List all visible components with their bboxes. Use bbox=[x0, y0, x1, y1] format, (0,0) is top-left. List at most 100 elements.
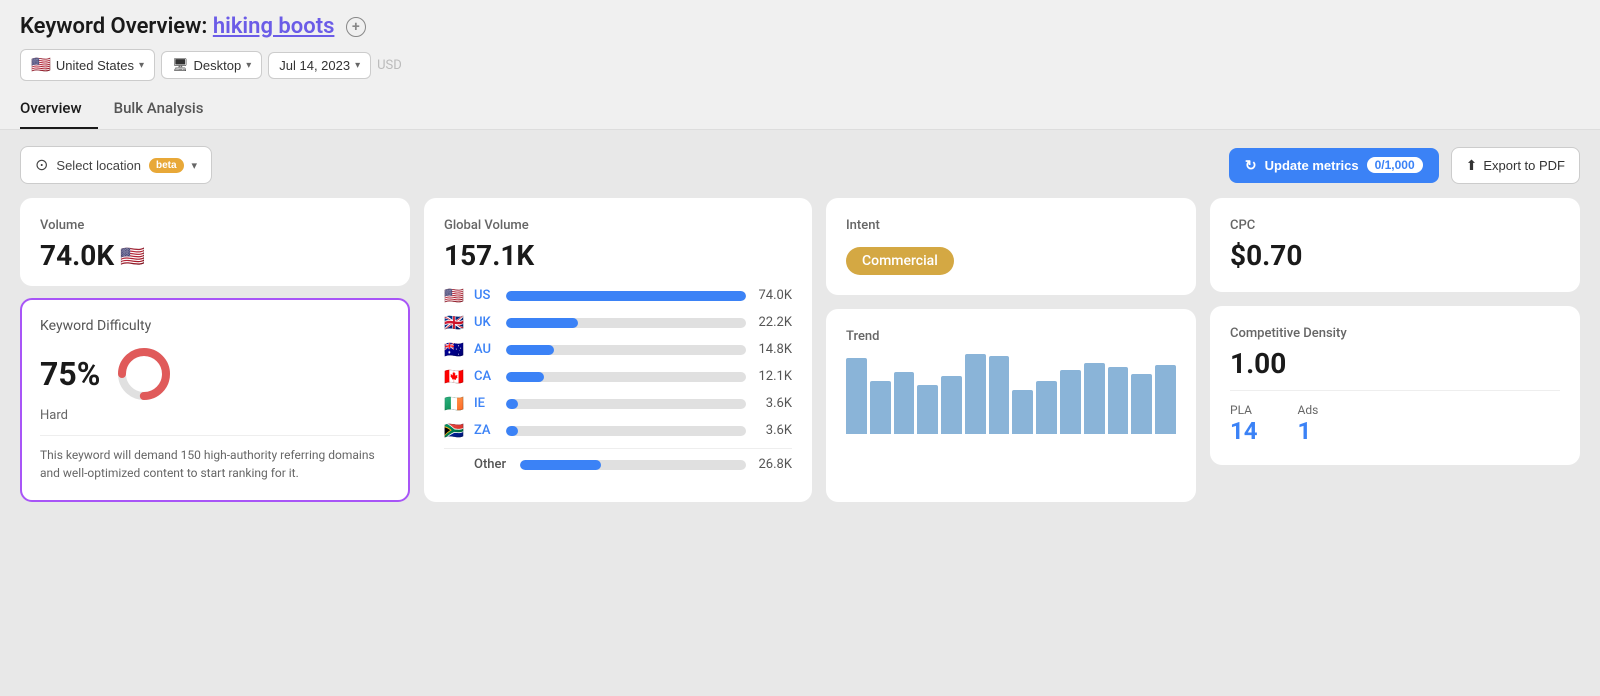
flag-uk: 🇬🇧 bbox=[444, 313, 466, 332]
cpc-label: CPC bbox=[1230, 218, 1560, 233]
bar-bg-au bbox=[506, 345, 746, 355]
trend-bar bbox=[1084, 363, 1105, 434]
date-chevron-icon: ▾ bbox=[355, 60, 360, 71]
cards-grid: Volume 74.0K 🇺🇸 Keyword Difficulty 75% bbox=[20, 198, 1580, 502]
intent-card: Intent Commercial bbox=[826, 198, 1196, 295]
competitive-density-card: Competitive Density 1.00 PLA 14 Ads 1 bbox=[1210, 306, 1580, 465]
select-location-button[interactable]: ⊙ Select location beta ▾ bbox=[20, 146, 212, 184]
metrics-count-badge: 0/1,000 bbox=[1367, 157, 1423, 173]
main-content: ⊙ Select location beta ▾ ↻ Update metric… bbox=[0, 130, 1600, 518]
ads-label: Ads bbox=[1298, 403, 1319, 417]
ads-value: 1 bbox=[1298, 417, 1319, 445]
location-pin-icon: ⊙ bbox=[35, 155, 48, 175]
flag-ie: 🇮🇪 bbox=[444, 394, 466, 413]
flag-us: 🇺🇸 bbox=[444, 286, 466, 305]
trend-bar bbox=[870, 381, 891, 434]
bar-fill-other bbox=[520, 460, 601, 470]
device-filter[interactable]: 🖥 Desktop ▾ bbox=[161, 51, 262, 79]
country-row-other: Other 26.8K bbox=[444, 448, 792, 472]
competitive-density-value: 1.00 bbox=[1230, 347, 1560, 380]
code-ie: IE bbox=[474, 396, 498, 411]
cpc-card: CPC $0.70 bbox=[1210, 198, 1580, 292]
tab-bulk-analysis[interactable]: Bulk Analysis bbox=[114, 91, 220, 129]
right-column: CPC $0.70 Competitive Density 1.00 PLA 1… bbox=[1210, 198, 1580, 502]
location-label: United States bbox=[56, 58, 134, 73]
currency-label: USD bbox=[377, 58, 402, 73]
global-volume-card: Global Volume 157.1K 🇺🇸 US 74.0K 🇬🇧 UK 2… bbox=[424, 198, 812, 502]
competitive-density-label: Competitive Density bbox=[1230, 326, 1560, 341]
country-row-ie: 🇮🇪 IE 3.6K bbox=[444, 394, 792, 413]
trend-card: Trend bbox=[826, 309, 1196, 502]
volume-card: Volume 74.0K 🇺🇸 bbox=[20, 198, 410, 286]
flag-za: 🇿🇦 bbox=[444, 421, 466, 440]
pla-value: 14 bbox=[1230, 417, 1258, 445]
update-metrics-button[interactable]: ↻ Update metrics 0/1,000 bbox=[1229, 148, 1439, 183]
code-uk: UK bbox=[474, 315, 498, 330]
bar-bg-ca bbox=[506, 372, 746, 382]
date-label: Jul 14, 2023 bbox=[279, 58, 350, 73]
country-row-ca: 🇨🇦 CA 12.1K bbox=[444, 367, 792, 386]
trend-bar bbox=[989, 356, 1010, 434]
filters-row: 🇺🇸 United States ▾ 🖥 Desktop ▾ Jul 14, 2… bbox=[20, 49, 1580, 81]
global-volume-value: 157.1K bbox=[444, 239, 792, 272]
kd-donut-chart bbox=[114, 344, 174, 404]
volume-column: Volume 74.0K 🇺🇸 Keyword Difficulty 75% bbox=[20, 198, 410, 502]
trend-bar bbox=[1131, 374, 1152, 434]
select-location-chevron-icon: ▾ bbox=[192, 159, 198, 172]
kd-percent: 75% bbox=[40, 355, 100, 393]
refresh-icon: ↻ bbox=[1245, 157, 1257, 174]
location-chevron-icon: ▾ bbox=[139, 60, 144, 71]
trend-bar bbox=[1108, 367, 1129, 434]
tab-overview[interactable]: Overview bbox=[20, 91, 98, 129]
update-metrics-label: Update metrics bbox=[1265, 158, 1359, 173]
location-flag: 🇺🇸 bbox=[31, 55, 51, 75]
trend-bar bbox=[1036, 381, 1057, 434]
beta-badge: beta bbox=[149, 158, 184, 173]
bar-fill-uk bbox=[506, 318, 578, 328]
flag-ca: 🇨🇦 bbox=[444, 367, 466, 386]
ads-item: Ads 1 bbox=[1298, 403, 1319, 445]
country-row-uk: 🇬🇧 UK 22.2K bbox=[444, 313, 792, 332]
pla-item: PLA 14 bbox=[1230, 403, 1258, 445]
kd-card: Keyword Difficulty 75% Hard This keyword… bbox=[20, 298, 410, 502]
code-us: US bbox=[474, 288, 498, 303]
date-filter[interactable]: Jul 14, 2023 ▾ bbox=[268, 52, 371, 79]
kd-main: 75% bbox=[40, 344, 390, 404]
export-pdf-button[interactable]: ⬆ Export to PDF bbox=[1451, 147, 1580, 184]
add-keyword-icon[interactable]: + bbox=[346, 17, 366, 37]
volume-value: 74.0K bbox=[40, 239, 114, 272]
bar-fill-ie bbox=[506, 399, 518, 409]
toolbar: ⊙ Select location beta ▾ ↻ Update metric… bbox=[20, 146, 1580, 184]
country-row-au: 🇦🇺 AU 14.8K bbox=[444, 340, 792, 359]
trend-bar bbox=[1012, 390, 1033, 434]
label-other: Other bbox=[474, 457, 512, 472]
trend-bar bbox=[941, 376, 962, 434]
export-label: Export to PDF bbox=[1483, 158, 1565, 173]
location-filter[interactable]: 🇺🇸 United States ▾ bbox=[20, 49, 155, 81]
competitive-divider bbox=[1230, 390, 1560, 391]
device-chevron-icon: ▾ bbox=[246, 60, 251, 71]
intent-trend-column: Intent Commercial Trend bbox=[826, 198, 1196, 502]
bar-bg-other bbox=[520, 460, 746, 470]
cpc-value: $0.70 bbox=[1230, 239, 1560, 272]
value-us: 74.0K bbox=[754, 288, 792, 303]
global-volume-label: Global Volume bbox=[444, 218, 792, 233]
upload-icon: ⬆ bbox=[1466, 157, 1478, 174]
intent-value: Commercial bbox=[846, 247, 954, 275]
trend-label: Trend bbox=[846, 329, 1176, 344]
title-prefix: Keyword Overview: bbox=[20, 14, 207, 39]
pla-ads-row: PLA 14 Ads 1 bbox=[1230, 403, 1560, 445]
bar-bg-uk bbox=[506, 318, 746, 328]
trend-bar bbox=[1155, 365, 1176, 434]
bar-fill-us bbox=[506, 291, 746, 301]
toolbar-right: ↻ Update metrics 0/1,000 ⬆ Export to PDF bbox=[1229, 147, 1580, 184]
flag-au: 🇦🇺 bbox=[444, 340, 466, 359]
tabs-row: Overview Bulk Analysis bbox=[20, 91, 1580, 129]
bar-bg-za bbox=[506, 426, 746, 436]
pla-label: PLA bbox=[1230, 403, 1258, 417]
trend-bar bbox=[894, 372, 915, 434]
country-row-us: 🇺🇸 US 74.0K bbox=[444, 286, 792, 305]
bar-bg-us bbox=[506, 291, 746, 301]
keyword-text: hiking boots bbox=[213, 14, 335, 39]
kd-difficulty-label: Hard bbox=[40, 408, 390, 423]
